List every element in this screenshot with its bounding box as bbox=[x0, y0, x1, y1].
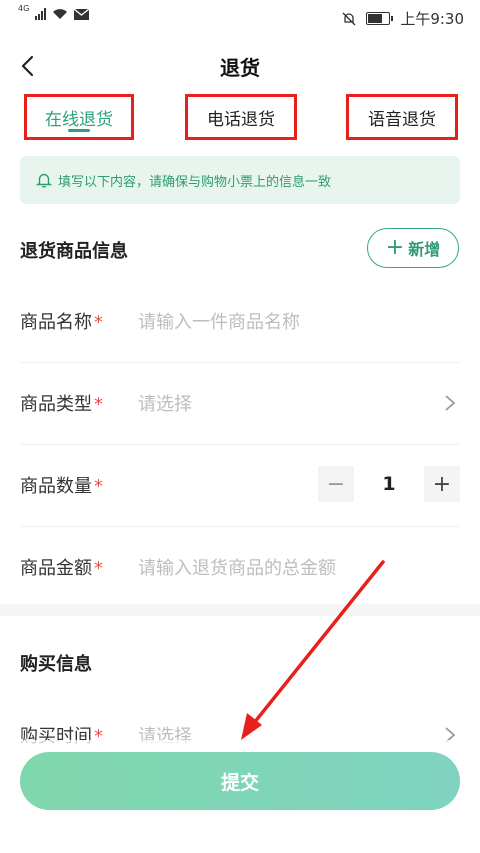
status-time: 上午9:30 bbox=[400, 10, 464, 28]
quantity-stepper: − 1 + bbox=[318, 466, 460, 502]
goods-type-select[interactable]: 请选择 bbox=[138, 390, 192, 416]
wifi-icon bbox=[53, 9, 68, 19]
field-goods-quantity: 商品数量 * − 1 + bbox=[20, 444, 460, 527]
field-label: 商品类型 bbox=[20, 394, 92, 415]
page-title: 退货 bbox=[220, 56, 260, 80]
field-label: 商品金额 bbox=[20, 558, 92, 579]
field-goods-type[interactable]: 商品类型 * 请选择 bbox=[20, 362, 460, 445]
goods-amount-input[interactable]: 请输入退货商品的总金额 bbox=[138, 554, 336, 580]
decrement-button[interactable]: − bbox=[318, 466, 354, 502]
quantity-value: 1 bbox=[382, 473, 396, 495]
plus-icon: + bbox=[385, 235, 405, 260]
submit-button[interactable]: 提交 bbox=[20, 752, 460, 810]
field-label: 商品数量 bbox=[20, 476, 92, 497]
add-item-button[interactable]: + 新增 bbox=[367, 228, 459, 268]
mail-icon bbox=[74, 8, 90, 20]
notice-text: 填写以下内容，请确保与购物小票上的信息一致 bbox=[58, 174, 332, 190]
status-bar: 4G 上午9:30 bbox=[0, 0, 480, 34]
tab-online-return[interactable]: 在线退货 bbox=[24, 94, 134, 140]
signal-icon bbox=[35, 8, 47, 20]
add-item-label: 新增 bbox=[408, 240, 441, 259]
header: 退货 bbox=[0, 40, 480, 94]
required-mark: * bbox=[94, 476, 103, 497]
goods-name-input[interactable]: 请输入一件商品名称 bbox=[138, 308, 300, 334]
tab-bar: 在线退货 电话退货 语音退货 bbox=[0, 94, 480, 144]
tab-label: 电话退货 bbox=[207, 109, 275, 130]
required-mark: * bbox=[94, 312, 103, 333]
tab-label: 在线退货 bbox=[45, 109, 113, 130]
network-type: 4G bbox=[18, 3, 30, 13]
increment-button[interactable]: + bbox=[424, 466, 460, 502]
required-mark: * bbox=[94, 394, 103, 415]
required-mark: * bbox=[94, 558, 103, 579]
tab-label: 语音退货 bbox=[368, 109, 436, 130]
field-goods-name[interactable]: 商品名称 * 请输入一件商品名称 bbox=[20, 280, 460, 363]
battery-icon bbox=[366, 12, 394, 25]
tab-voice-return[interactable]: 语音退货 bbox=[346, 94, 458, 140]
bell-icon bbox=[36, 173, 52, 188]
purchase-section-title: 购买信息 bbox=[20, 654, 92, 675]
goods-section-title: 退货商品信息 bbox=[20, 241, 128, 262]
bell-muted-icon bbox=[342, 12, 356, 25]
active-tab-indicator bbox=[68, 129, 90, 132]
field-label: 商品名称 bbox=[20, 312, 92, 333]
chevron-right-icon bbox=[445, 395, 456, 411]
section-divider bbox=[0, 604, 480, 616]
notice-banner: 填写以下内容，请确保与购物小票上的信息一致 bbox=[20, 156, 460, 204]
field-goods-amount[interactable]: 商品金额 * 请输入退货商品的总金额 bbox=[20, 526, 460, 608]
tab-phone-return[interactable]: 电话退货 bbox=[185, 94, 297, 140]
